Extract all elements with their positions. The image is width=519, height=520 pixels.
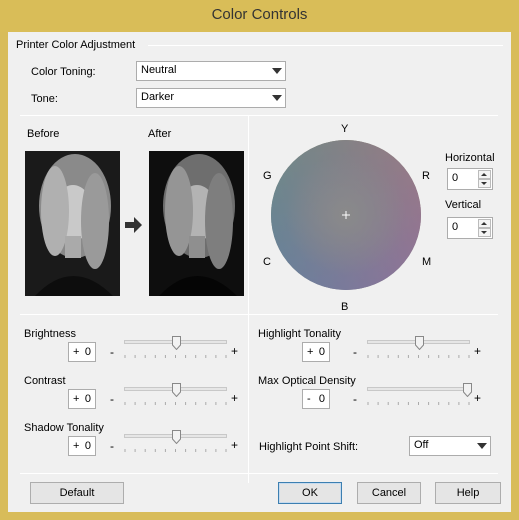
tone-value: Darker: [141, 91, 175, 103]
slider-thumb[interactable]: [414, 336, 424, 350]
slider-value-box[interactable]: +0: [68, 389, 96, 409]
spin-up-icon[interactable]: [478, 219, 491, 228]
dialog-client: Printer Color Adjustment Color Toning: N…: [8, 32, 511, 512]
after-image: [149, 151, 244, 296]
slider-thumb[interactable]: [171, 430, 181, 444]
chevron-down-icon: [272, 95, 282, 101]
group-divider: [148, 45, 503, 46]
chevron-down-icon: [272, 68, 282, 74]
slider-min-symbol: -: [353, 392, 357, 406]
slider-value-number: 0: [318, 393, 325, 405]
slider-value-sign: +: [73, 440, 80, 452]
separator-middle: [20, 314, 498, 315]
ok-button[interactable]: OK: [278, 482, 342, 504]
highlight-point-shift-value: Off: [414, 439, 429, 451]
tone-label: Tone:: [31, 93, 58, 105]
slider-value-sign: +: [73, 346, 80, 358]
slider-max-symbol: +: [474, 391, 482, 405]
slider-ticks: [124, 402, 227, 405]
cancel-button[interactable]: Cancel: [357, 482, 421, 504]
slider-value-sign: +: [307, 346, 314, 358]
slider-ticks: [367, 402, 470, 405]
highlight-point-shift-select[interactable]: Off: [409, 436, 491, 456]
slider-label: Shadow Tonality: [24, 422, 104, 434]
slider-value-box[interactable]: -0: [302, 389, 330, 409]
slider-value-number: 0: [84, 393, 91, 405]
window-title: Color Controls: [211, 6, 308, 23]
slider-label: Highlight Tonality: [258, 328, 341, 340]
slider-min-symbol: -: [110, 439, 114, 453]
slider-value-box[interactable]: +0: [68, 436, 96, 456]
slider-value-number: 0: [84, 346, 91, 358]
wheel-label-y: Y: [341, 123, 349, 135]
slider-value-sign: -: [307, 393, 311, 405]
color-toning-select[interactable]: Neutral: [136, 61, 286, 81]
slider-max-symbol: +: [231, 344, 239, 358]
separator-vertical: [248, 115, 249, 483]
slider-min-symbol: -: [110, 345, 114, 359]
slider-value-box[interactable]: +0: [302, 342, 330, 362]
wheel-label-b: B: [341, 301, 349, 313]
horizontal-value: 0: [452, 172, 459, 184]
slider-track[interactable]: [367, 387, 470, 391]
before-label: Before: [27, 128, 60, 140]
spin-down-icon[interactable]: [478, 179, 491, 188]
highlight-point-shift-label: Highlight Point Shift:: [259, 441, 359, 453]
slider-value-box[interactable]: +0: [68, 342, 96, 362]
slider-min-symbol: -: [110, 392, 114, 406]
slider-thumb[interactable]: [171, 336, 181, 350]
slider-value-number: 0: [84, 440, 91, 452]
horizontal-spinner[interactable]: 0: [447, 168, 493, 190]
color-toning-label: Color Toning:: [31, 66, 96, 78]
help-button[interactable]: Help: [435, 482, 501, 504]
slider-max-symbol: +: [231, 438, 239, 452]
vertical-label: Vertical: [445, 199, 482, 211]
after-label: After: [148, 128, 172, 140]
slider-value-sign: +: [73, 393, 80, 405]
separator-top: [20, 115, 498, 116]
default-button[interactable]: Default: [30, 482, 124, 504]
group-title: Printer Color Adjustment: [16, 39, 136, 51]
chevron-down-icon: [477, 443, 487, 449]
wheel-label-r: R: [422, 170, 430, 182]
spin-down-icon[interactable]: [478, 228, 491, 237]
slider-ticks: [124, 449, 227, 452]
slider-label: Contrast: [24, 375, 66, 387]
slider-label: Max Optical Density: [258, 375, 356, 387]
wheel-label-m: M: [422, 256, 432, 268]
slider-label: Brightness: [24, 328, 76, 340]
slider-value-number: 0: [318, 346, 325, 358]
horizontal-label: Horizontal: [445, 152, 495, 164]
arrow-right-icon: [125, 217, 142, 236]
title-bar: Color Controls: [0, 0, 519, 32]
separator-bottom: [20, 473, 498, 474]
slider-thumb[interactable]: [171, 383, 181, 397]
vertical-spinner[interactable]: 0: [447, 217, 493, 239]
before-image: [25, 151, 120, 296]
slider-thumb[interactable]: [462, 383, 472, 397]
color-wheel[interactable]: [270, 139, 422, 294]
color-toning-value: Neutral: [141, 64, 177, 76]
tone-select[interactable]: Darker: [136, 88, 286, 108]
slider-min-symbol: -: [353, 345, 357, 359]
slider-ticks: [367, 355, 470, 358]
spin-up-icon[interactable]: [478, 170, 491, 179]
slider-ticks: [124, 355, 227, 358]
slider-max-symbol: +: [474, 344, 482, 358]
slider-max-symbol: +: [231, 391, 239, 405]
vertical-value: 0: [452, 221, 459, 233]
